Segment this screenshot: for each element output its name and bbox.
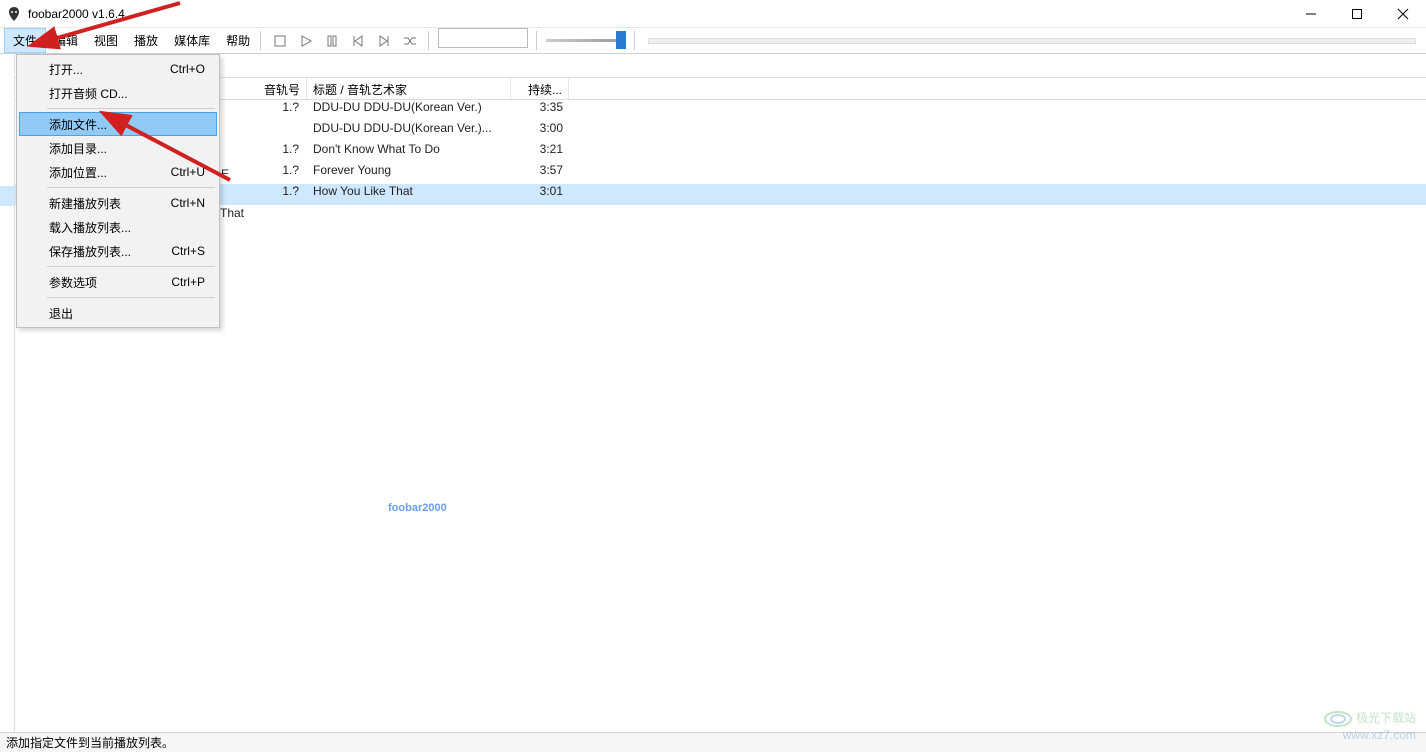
cell-title: Forever Young [307,163,511,184]
toolbar-separator [536,31,538,50]
menu-label: 保存播放列表... [49,243,131,260]
menu-view[interactable]: 视图 [86,28,126,53]
menu-label: 载入播放列表... [49,219,131,236]
menu-separator [47,266,215,267]
menu-add-folder[interactable]: 添加目录... [19,136,217,160]
menu-separator [47,108,215,109]
menu-shortcut: Ctrl+S [171,244,217,258]
pause-icon[interactable] [324,33,340,49]
watermark-line2: www.xz7.com [1343,728,1416,742]
cell-title: DDU-DU DDU-DU(Korean Ver.)... [307,121,511,142]
menu-label: 打开... [49,61,83,78]
toolbar-separator [634,31,636,50]
menu-label: 添加文件... [49,116,107,133]
menu-add-location[interactable]: 添加位置... Ctrl+U [19,160,217,184]
col-track-no[interactable]: 音轨号 [253,78,307,99]
menu-label: 新建播放列表 [49,195,121,212]
menu-label: 退出 [49,305,73,322]
play-icon[interactable] [298,33,314,49]
menu-bar: 文件 编辑 视图 播放 媒体库 帮助 [0,28,1426,54]
random-icon[interactable] [402,33,418,49]
menu-shortcut: Ctrl+P [171,275,217,289]
maximize-button[interactable] [1334,0,1380,28]
table-row[interactable]: 1.? DDU-DU DDU-DU(Korean Ver.) 3:35 [15,100,1426,121]
cell-title: Don't Know What To Do [307,142,511,163]
playlist-body: 1.? DDU-DU DDU-DU(Korean Ver.) 3:35 DDU-… [15,100,1426,205]
col-title-artist[interactable]: 标题 / 音轨艺术家 [307,78,511,99]
menu-exit[interactable]: 退出 [19,301,217,325]
menu-edit[interactable]: 编辑 [46,28,86,53]
menu-save-playlist[interactable]: 保存播放列表... Ctrl+S [19,239,217,263]
status-text: 添加指定文件到当前播放列表。 [6,734,174,751]
playback-order-dropdown[interactable] [438,28,528,48]
playlist-tabs[interactable]: E [15,54,1426,78]
menu-label: 添加位置... [49,164,107,181]
menu-open-audio-cd[interactable]: 打开音频 CD... [19,81,217,105]
menu-label: 参数选项 [49,274,97,291]
playlist-header: 音轨号 标题 / 音轨艺术家 持续... [15,78,1426,100]
cell-duration: 3:01 [511,184,569,205]
file-menu-dropdown: 打开... Ctrl+O 打开音频 CD... 添加文件... 添加目录... 添… [16,54,220,328]
cell-duration: 3:35 [511,100,569,121]
minimize-button[interactable] [1288,0,1334,28]
col-duration[interactable]: 持续... [511,78,569,99]
cell-track-no: 1.? [253,163,307,184]
cell-track-no [253,121,307,142]
watermark-line1: 极光下载站 [1356,711,1416,725]
menu-library[interactable]: 媒体库 [166,28,218,53]
table-row[interactable]: 1.? How You Like That 3:01 [15,184,1426,205]
toolbar-separator [428,31,430,50]
volume-slider[interactable] [546,28,626,53]
menu-load-playlist[interactable]: 载入播放列表... [19,215,217,239]
cell-duration: 3:57 [511,163,569,184]
volume-thumb[interactable] [616,31,626,49]
menu-label: 添加目录... [49,140,107,157]
cell-duration: 3:21 [511,142,569,163]
status-bar: 添加指定文件到当前播放列表。 [0,732,1426,752]
title-bar: foobar2000 v1.6.4 [0,0,1426,28]
window-controls [1288,0,1426,28]
menu-separator [47,187,215,188]
cell-title: How You Like That [307,184,511,205]
menu-label: 打开音频 CD... [49,85,128,102]
cell-duration: 3:00 [511,121,569,142]
center-watermark: foobar2000 [388,502,447,514]
cell-track-no: 1.? [253,184,307,205]
app-icon [6,6,22,22]
menu-shortcut: Ctrl+O [170,62,217,76]
corner-watermark: 极光下载站 www.xz7.com [1323,709,1416,742]
sidebar [0,54,15,732]
playback-toolbar [264,28,426,53]
menu-help[interactable]: 帮助 [218,28,258,53]
next-icon[interactable] [376,33,392,49]
menu-preferences[interactable]: 参数选项 Ctrl+P [19,270,217,294]
menu-separator [47,297,215,298]
prev-icon[interactable] [350,33,366,49]
seek-bar[interactable] [638,28,1426,53]
menu-shortcut: Ctrl+N [171,196,217,210]
cell-title: DDU-DU DDU-DU(Korean Ver.) [307,100,511,121]
sidebar-selection[interactable] [0,186,14,206]
cell-track-no: 1.? [253,142,307,163]
menu-new-playlist[interactable]: 新建播放列表 Ctrl+N [19,191,217,215]
stop-icon[interactable] [272,33,288,49]
row-peek: That [220,206,244,220]
window-title: foobar2000 v1.6.4 [28,7,125,21]
toolbar-separator [260,31,262,50]
menu-file[interactable]: 文件 [4,28,46,53]
tab-peek: E [221,167,229,181]
table-row[interactable]: 1.? Don't Know What To Do 3:21 [15,142,1426,163]
menu-open[interactable]: 打开... Ctrl+O [19,57,217,81]
close-button[interactable] [1380,0,1426,28]
table-row[interactable]: DDU-DU DDU-DU(Korean Ver.)... 3:00 [15,121,1426,142]
menu-play[interactable]: 播放 [126,28,166,53]
menu-add-files[interactable]: 添加文件... [19,112,217,136]
main-panel: E 音轨号 标题 / 音轨艺术家 持续... 1.? DDU-DU DDU-DU… [15,54,1426,732]
cell-track-no: 1.? [253,100,307,121]
menu-shortcut: Ctrl+U [171,165,217,179]
